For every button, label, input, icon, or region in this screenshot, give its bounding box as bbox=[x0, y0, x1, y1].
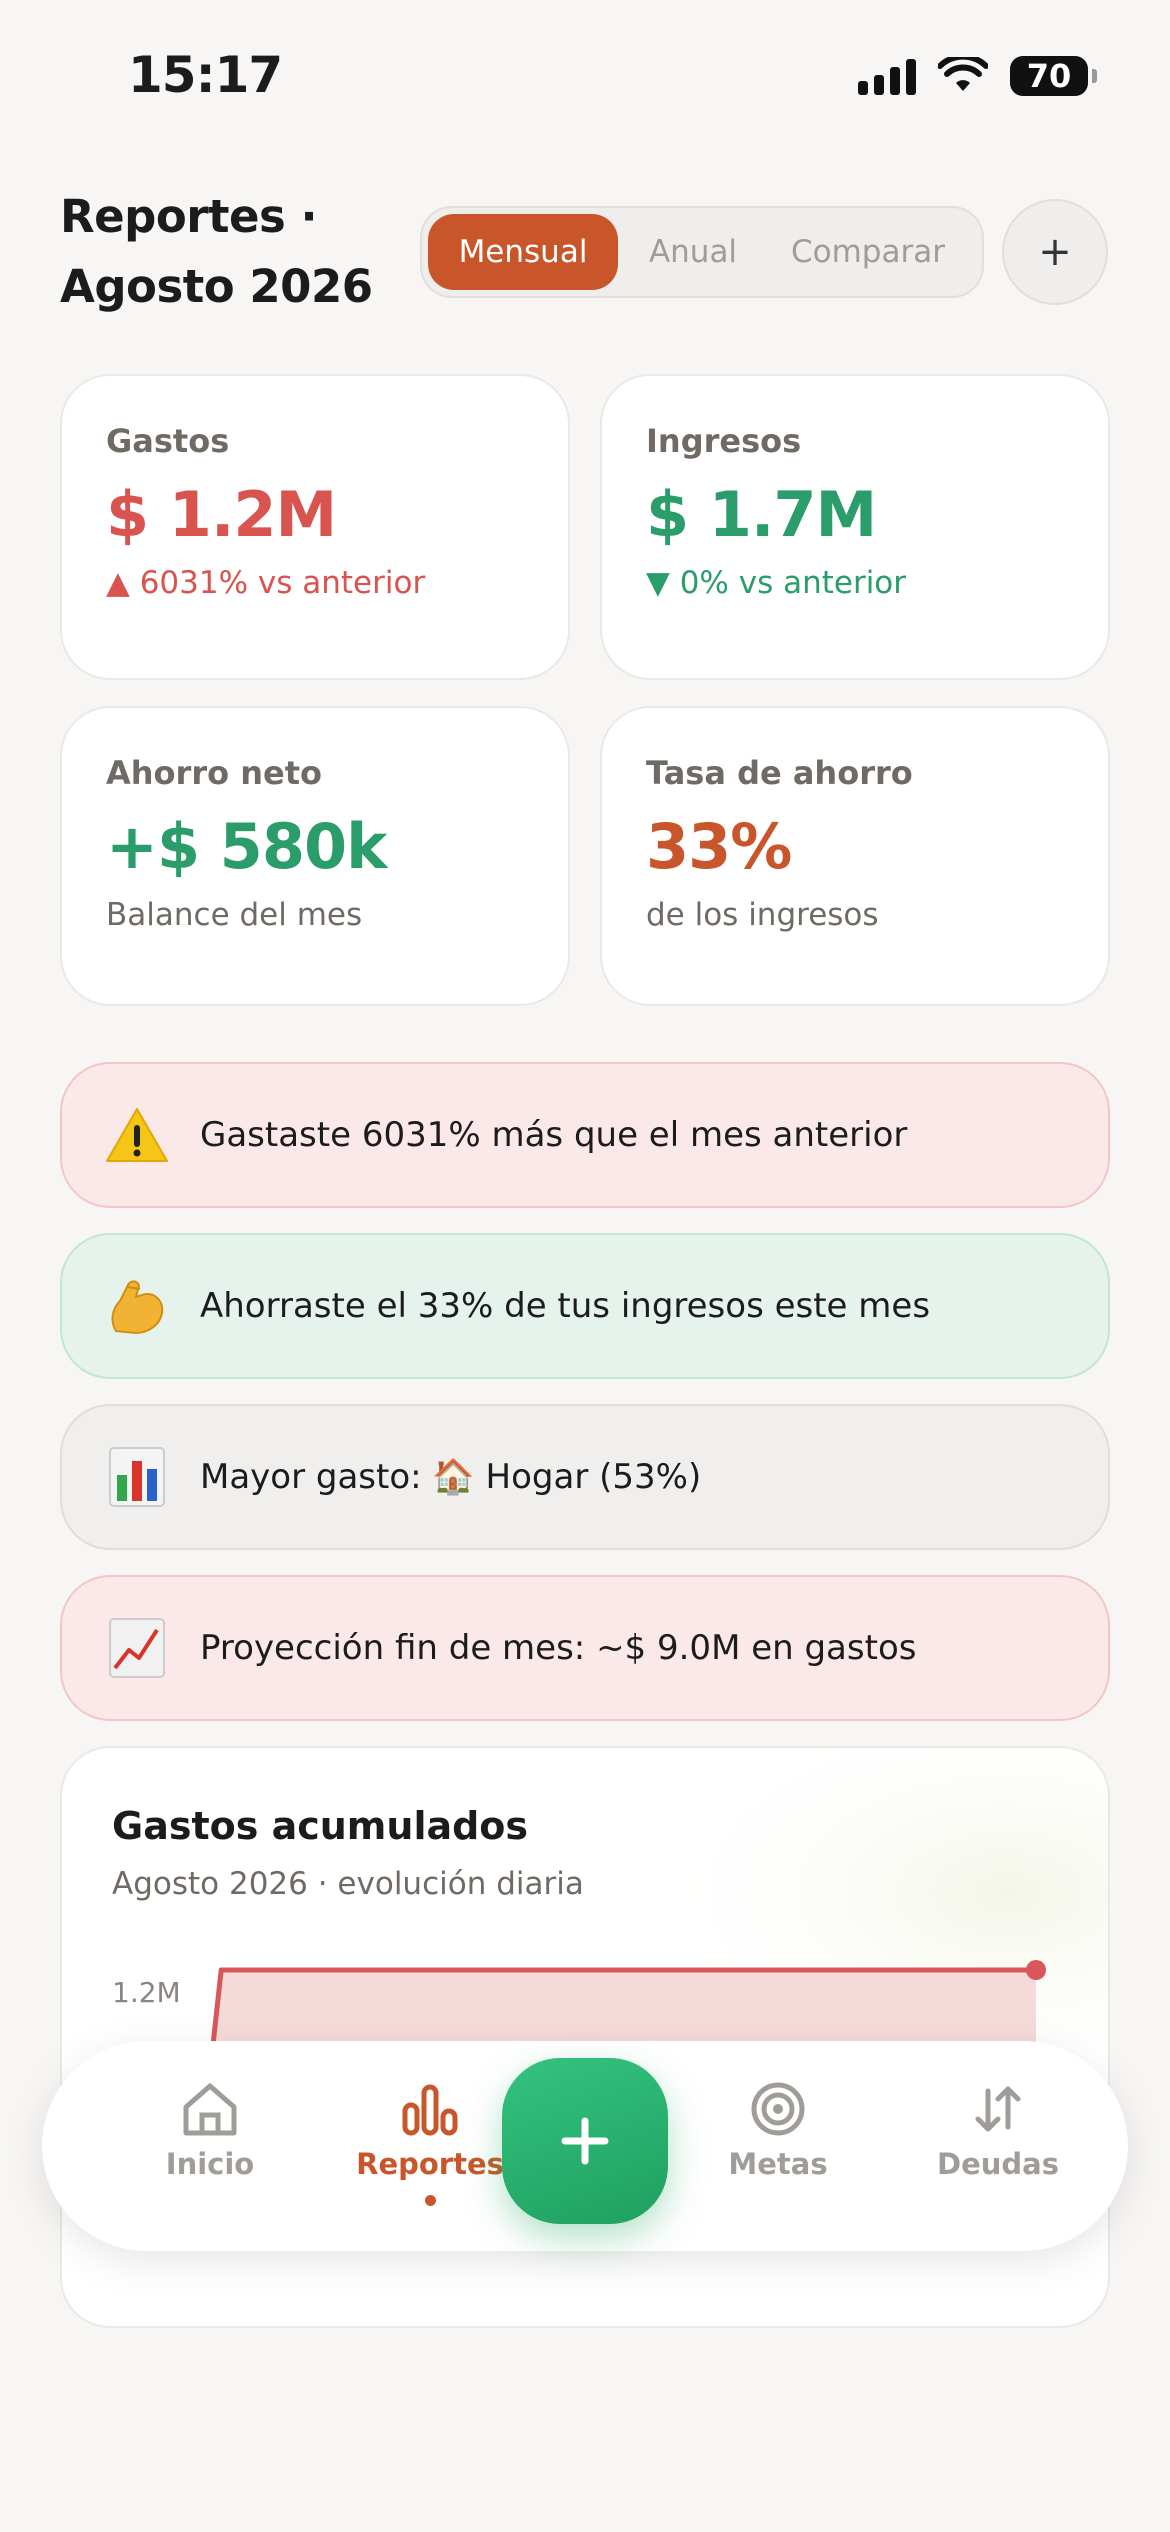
status-icons: 70 bbox=[858, 56, 1097, 96]
stat-sub: Balance del mes bbox=[106, 897, 363, 933]
stat-card-tasa-ahorro[interactable]: Tasa de ahorro 33% de los ingresos bbox=[600, 706, 1110, 1006]
nav-label: Deudas bbox=[937, 2147, 1059, 2181]
add-transaction-fab[interactable] bbox=[502, 2058, 668, 2224]
bar-chart-icon bbox=[102, 1442, 172, 1512]
status-time: 15:17 bbox=[128, 46, 283, 104]
nav-item-deudas[interactable]: Deudas bbox=[908, 2081, 1088, 2181]
insight-savings[interactable]: Ahorraste el 33% de tus ingresos este me… bbox=[60, 1233, 1110, 1379]
transfer-arrows-icon bbox=[975, 2086, 1021, 2132]
stat-card-ahorro-neto[interactable]: Ahorro neto +$ 580k Balance del mes bbox=[60, 706, 570, 1006]
stat-value: $ 1.2M bbox=[106, 478, 337, 551]
insight-text: Mayor gasto: 🏠 Hogar (53%) bbox=[200, 1457, 702, 1497]
insight-top-expense[interactable]: Mayor gasto: 🏠 Hogar (53%) bbox=[60, 1404, 1110, 1550]
stat-change: ▲ 6031% vs anterior bbox=[106, 565, 426, 601]
reports-icon bbox=[402, 2084, 458, 2136]
stat-value: +$ 580k bbox=[106, 810, 387, 883]
trend-up-chart-icon bbox=[102, 1613, 172, 1683]
insight-text: Proyección fin de mes: ~$ 9.0M en gastos bbox=[200, 1628, 917, 1668]
chart-title: Gastos acumulados bbox=[112, 1804, 529, 1848]
stat-label: Ahorro neto bbox=[106, 754, 322, 792]
nav-item-reportes[interactable]: Reportes bbox=[340, 2081, 520, 2206]
stat-card-ingresos[interactable]: Ingresos $ 1.7M ▼ 0% vs anterior bbox=[600, 374, 1110, 680]
flexed-bicep-icon bbox=[102, 1271, 172, 1341]
tab-mensual[interactable]: Mensual bbox=[428, 214, 618, 290]
plus-icon bbox=[561, 2117, 609, 2165]
status-bar: 15:17 70 bbox=[0, 0, 1170, 150]
nav-label: Inicio bbox=[165, 2147, 255, 2181]
insight-text: Ahorraste el 33% de tus ingresos este me… bbox=[200, 1286, 931, 1326]
page-title: Reportes · Agosto 2026 bbox=[60, 190, 373, 313]
battery-indicator: 70 bbox=[1010, 56, 1097, 96]
signal-icon bbox=[858, 57, 916, 95]
add-report-button[interactable]: + bbox=[1002, 199, 1108, 305]
chart-end-point bbox=[1026, 1960, 1046, 1980]
stat-label: Tasa de ahorro bbox=[646, 754, 913, 792]
stat-card-gastos[interactable]: Gastos $ 1.2M ▲ 6031% vs anterior bbox=[60, 374, 570, 680]
stat-value: 33% bbox=[646, 810, 792, 883]
tab-comparar[interactable]: Comparar bbox=[768, 214, 968, 290]
nav-item-metas[interactable]: Metas bbox=[688, 2081, 868, 2181]
home-icon bbox=[183, 2083, 237, 2136]
tab-anual[interactable]: Anual bbox=[618, 214, 768, 290]
nav-label: Reportes bbox=[356, 2147, 504, 2181]
wifi-icon bbox=[938, 57, 988, 91]
active-indicator-dot bbox=[424, 2195, 436, 2206]
insight-text: Gastaste 6031% más que el mes anterior bbox=[200, 1115, 908, 1155]
period-segmented-control: Mensual Anual Comparar bbox=[420, 206, 984, 298]
nav-label: Metas bbox=[728, 2147, 828, 2181]
insight-spending-warning[interactable]: Gastaste 6031% más que el mes anterior bbox=[60, 1062, 1110, 1208]
y-tick-label: 1.2M bbox=[112, 1976, 181, 2009]
stat-change: ▼ 0% vs anterior bbox=[646, 565, 907, 601]
warning-icon bbox=[102, 1100, 172, 1170]
nav-item-inicio[interactable]: Inicio bbox=[120, 2081, 300, 2181]
stat-value: $ 1.7M bbox=[646, 478, 877, 551]
insight-projection[interactable]: Proyección fin de mes: ~$ 9.0M en gastos bbox=[60, 1575, 1110, 1721]
stat-label: Gastos bbox=[106, 422, 230, 460]
stat-sub: de los ingresos bbox=[646, 897, 879, 933]
target-icon bbox=[751, 2082, 805, 2136]
stat-label: Ingresos bbox=[646, 422, 802, 460]
chart-subtitle: Agosto 2026 · evolución diaria bbox=[112, 1866, 584, 1902]
